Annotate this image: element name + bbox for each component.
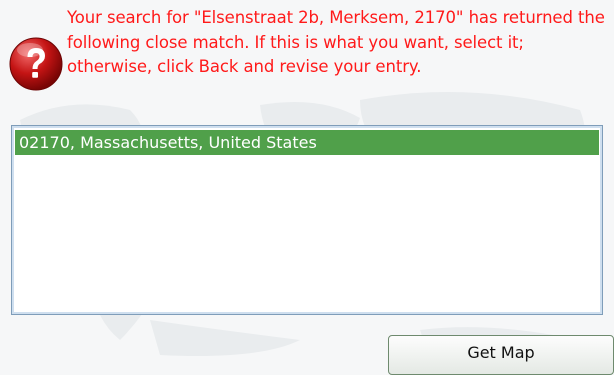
results-listbox[interactable]: 02170, Massachusetts, United States <box>11 125 603 315</box>
question-icon <box>9 37 63 91</box>
result-item-02170-massachusetts[interactable]: 02170, Massachusetts, United States <box>15 130 599 155</box>
search-result-message: Your search for "Elsenstraat 2b, Merksem… <box>67 8 605 76</box>
get-map-button[interactable]: Get Map <box>388 335 614 375</box>
message-row: Your search for "Elsenstraat 2b, Merksem… <box>8 6 608 114</box>
